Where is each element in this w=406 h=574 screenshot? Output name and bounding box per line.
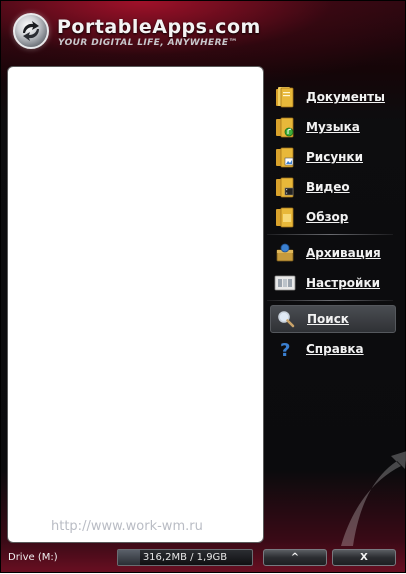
menu-item-documents[interactable]: Документы <box>270 83 396 111</box>
search-icon <box>275 308 297 330</box>
menu-item-label: Обзор <box>306 210 349 224</box>
portableapps-logo-icon <box>13 13 49 49</box>
help-icon: ? <box>274 338 296 360</box>
settings-icon <box>274 272 296 294</box>
menu-item-label: Справка <box>306 342 364 356</box>
folder-explore-icon <box>274 206 296 228</box>
menu-item-label: Видео <box>306 180 350 194</box>
menu-item-label: Архивация <box>306 246 381 260</box>
menu-item-label: Настройки <box>306 276 381 290</box>
folder-video-icon <box>274 176 296 198</box>
storage-usage-text: 316,2MB / 1,9GB <box>142 552 228 563</box>
decorative-swoosh-icon <box>341 451 406 546</box>
menu-item-explore[interactable]: Обзор <box>270 203 396 231</box>
header: PortableApps.com YOUR DIGITAL LIFE, ANYW… <box>1 1 406 63</box>
svg-text:?: ? <box>280 340 290 359</box>
folder-music-icon <box>274 116 296 138</box>
menu-item-music[interactable]: Музыка <box>270 113 396 141</box>
menu-item-help[interactable]: ? Справка <box>270 335 396 363</box>
brand-title: PortableApps.com <box>57 16 261 38</box>
menu-item-settings[interactable]: Настройки <box>270 269 396 297</box>
footer-bar: Drive (M:) 316,2MB / 1,9GB ^ X <box>1 546 406 574</box>
brand-tagline: YOUR DIGITAL LIFE, ANYWHERE™ <box>58 38 238 48</box>
menu-divider <box>267 234 393 235</box>
close-button[interactable]: X <box>332 549 396 566</box>
portableapps-window: PortableApps.com YOUR DIGITAL LIFE, ANYW… <box>0 0 406 573</box>
backup-icon <box>274 242 296 264</box>
menu-item-backup[interactable]: Архивация <box>270 239 396 267</box>
storage-usage-bar: 316,2MB / 1,9GB <box>117 549 253 566</box>
menu-item-label: Рисунки <box>306 150 363 164</box>
menu-divider <box>267 300 393 301</box>
menu-item-search[interactable]: Поиск <box>270 305 396 333</box>
minimize-button[interactable]: ^ <box>263 549 327 566</box>
menu-item-pictures[interactable]: Рисунки <box>270 143 396 171</box>
watermark-text: http://www.work-wm.ru <box>51 519 203 534</box>
menu-item-label: Музыка <box>306 120 360 134</box>
menu-item-video[interactable]: Видео <box>270 173 396 201</box>
app-list-panel[interactable] <box>7 66 264 543</box>
folder-documents-icon <box>274 86 296 108</box>
menu-item-label: Поиск <box>307 312 349 326</box>
folder-pictures-icon <box>274 146 296 168</box>
drive-label: Drive (M:) <box>8 552 58 563</box>
menu-item-label: Документы <box>306 90 385 104</box>
